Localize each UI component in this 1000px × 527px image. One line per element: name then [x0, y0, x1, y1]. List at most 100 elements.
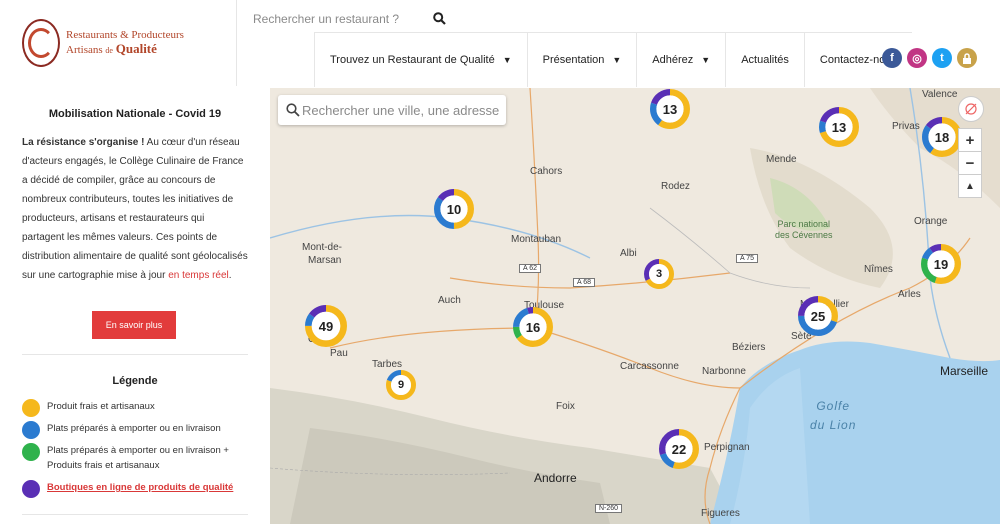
cluster-count: 18: [934, 129, 950, 145]
divider: [22, 514, 248, 515]
nav-presentation[interactable]: Présentation ▼: [526, 32, 637, 87]
purple-dot-icon: [22, 480, 40, 498]
sidebar-title: Mobilisation Nationale - Covid 19: [48, 108, 222, 120]
restaurant-search[interactable]: Rechercher un restaurant ?: [253, 10, 453, 28]
place-label: Mende: [766, 154, 797, 165]
legend-title: Légende: [112, 375, 158, 387]
map-search-placeholder: Rechercher une ville, une adresse: [302, 102, 500, 118]
description-body: Au cœur d'un réseau d'acteurs engagés, l…: [22, 137, 248, 281]
place-label: Valence: [922, 89, 958, 100]
map-background: [270, 88, 1000, 524]
map-cluster[interactable]: 13: [650, 89, 690, 129]
nav-adherez[interactable]: Adhérez ▼: [636, 32, 725, 87]
map-cluster[interactable]: 13: [819, 107, 859, 147]
place-label: Carcassonne: [620, 361, 679, 372]
cluster-count: 13: [831, 119, 847, 135]
map-cluster[interactable]: 19: [921, 244, 961, 284]
map-cluster[interactable]: 3: [644, 259, 674, 289]
map-cluster[interactable]: 25: [798, 296, 838, 336]
lock-icon[interactable]: [957, 48, 977, 68]
legend-label: Plats préparés à emporter ou en livraiso…: [47, 445, 229, 471]
place-label: Narbonne: [702, 366, 746, 377]
zoom-in-button[interactable]: +: [958, 128, 982, 152]
logo-qualite: Qualité: [115, 41, 157, 56]
place-label: Pau: [330, 348, 348, 359]
main-nav: Trouvez un Restaurant de Qualité ▼ Prése…: [314, 32, 912, 87]
en-savoir-plus-button[interactable]: En savoir plus: [92, 311, 176, 339]
place-label: Montauban: [511, 234, 562, 245]
legend-item-boutiques[interactable]: Boutiques en ligne de produits de qualit…: [22, 480, 233, 498]
nav-label: Trouvez un Restaurant de Qualité: [330, 53, 495, 66]
cluster-count: 13: [662, 101, 678, 117]
place-label: Arles: [898, 289, 921, 300]
site-logo[interactable]: Restaurants & Producteurs Artisans de Qu…: [0, 0, 237, 86]
parc-cevennes-label: Parc national des Cévennes: [775, 219, 833, 240]
nav-label: Présentation: [542, 53, 605, 66]
place-label: Tarbes: [372, 359, 403, 370]
road-label: A 62: [519, 264, 542, 273]
instagram-icon[interactable]: ◎: [907, 48, 927, 68]
yellow-dot-icon: [22, 399, 40, 417]
map-search-input[interactable]: Rechercher une ville, une adresse: [278, 95, 506, 125]
cluster-count: 25: [810, 308, 826, 324]
legend-label: Produit frais et artisanaux: [47, 401, 155, 412]
place-label: Auch: [438, 295, 461, 306]
green-dot-icon: [22, 443, 40, 461]
map-cluster[interactable]: 22: [659, 429, 699, 469]
legend-label: Plats préparés à emporter ou en livraiso…: [47, 423, 221, 434]
search-icon[interactable]: [433, 12, 446, 25]
place-label: Cahors: [530, 166, 563, 177]
page: Restaurants & Producteurs Artisans de Qu…: [0, 0, 1000, 527]
twitter-icon[interactable]: t: [932, 48, 952, 68]
place-label: Privas: [892, 121, 920, 132]
place-label: Béziers: [732, 342, 766, 353]
description-end: .: [228, 270, 232, 281]
place-label: Albi: [620, 248, 637, 259]
road-label: A 68: [573, 278, 596, 287]
map-cluster[interactable]: 9: [386, 370, 416, 400]
place-label: Rodez: [661, 181, 690, 192]
chevron-down-icon: ▼: [502, 54, 512, 65]
map-cluster[interactable]: 10: [434, 189, 474, 229]
place-label: Nîmes: [864, 264, 893, 275]
restaurant-search-input[interactable]: Rechercher un restaurant ?: [253, 12, 399, 26]
place-label: Perpignan: [704, 442, 750, 453]
chevron-down-icon: ▼: [701, 54, 711, 65]
place-label: Orange: [914, 216, 948, 227]
place-label: Marseille: [940, 364, 989, 378]
cluster-count: 9: [397, 379, 405, 391]
place-label: Foix: [556, 401, 575, 412]
logo-de: de: [105, 46, 113, 55]
logo-line2: Artisans de Qualité: [66, 42, 184, 57]
blue-dot-icon: [22, 421, 40, 439]
logo-artisans: Artisans: [66, 44, 103, 56]
cluster-count: 10: [446, 201, 462, 217]
geolocate-off-icon[interactable]: [958, 96, 984, 122]
place-label: Marsan: [308, 255, 342, 266]
place-label: Figueres: [701, 508, 740, 519]
compass-icon[interactable]: ▲: [958, 174, 982, 198]
nav-trouvez[interactable]: Trouvez un Restaurant de Qualité ▼: [314, 32, 527, 87]
legend-item-produits: Produit frais et artisanaux: [22, 399, 155, 417]
temps-reel-link[interactable]: en temps réel: [168, 270, 229, 281]
nav-label: Actualités: [741, 53, 789, 66]
nav-label: Adhérez: [652, 53, 694, 66]
map[interactable]: Valence Privas Mende Cahors Rodez Parc n…: [270, 88, 1000, 524]
legend-label: Boutiques en ligne de produits de qualit…: [47, 482, 234, 493]
nav-actualites[interactable]: Actualités: [725, 32, 804, 87]
cluster-count: 22: [671, 441, 687, 457]
map-cluster[interactable]: 16: [513, 307, 553, 347]
logo-emblem-icon: [22, 19, 60, 67]
divider: [22, 354, 248, 355]
search-icon: [286, 103, 300, 117]
place-label: Andorre: [534, 471, 577, 485]
sidebar-description: La résistance s'organise ! Au cœur d'un …: [22, 133, 248, 285]
zoom-out-button[interactable]: −: [958, 151, 982, 175]
chevron-down-icon: ▼: [612, 54, 622, 65]
road-label: N-260: [595, 504, 623, 513]
map-cluster[interactable]: 18: [922, 117, 962, 157]
road-label: A 75: [736, 254, 759, 263]
map-cluster[interactable]: 49: [305, 305, 347, 347]
facebook-icon[interactable]: f: [882, 48, 902, 68]
place-label: Mont-de-: [302, 242, 343, 253]
